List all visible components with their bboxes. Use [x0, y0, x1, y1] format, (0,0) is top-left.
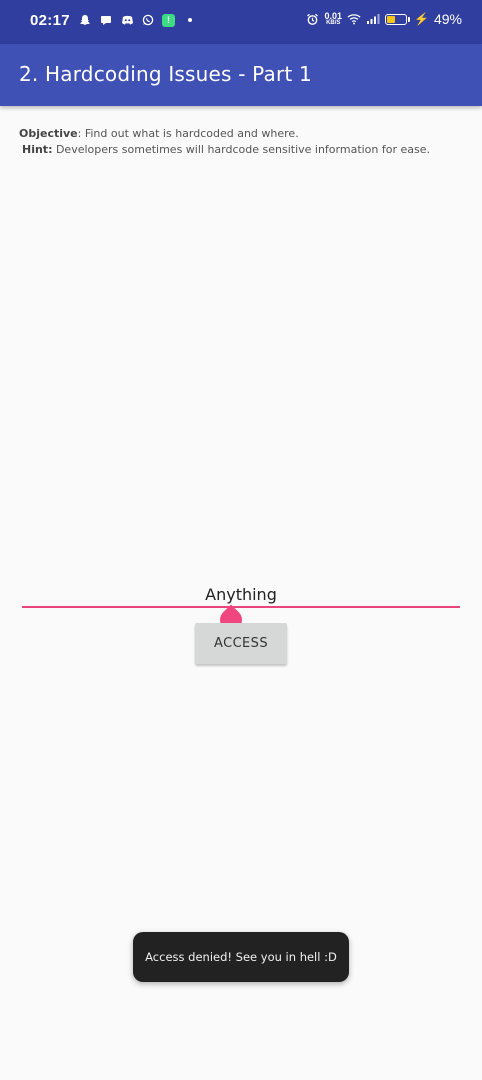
- access-button[interactable]: ACCESS: [195, 623, 287, 664]
- objective-text: : Find out what is hardcoded and where.: [77, 127, 299, 140]
- secret-input[interactable]: [22, 582, 460, 608]
- challenge-info: Objective: Find out what is hardcoded an…: [19, 126, 469, 158]
- notification-icons: !: [78, 13, 192, 27]
- objective-line: Objective: Find out what is hardcoded an…: [19, 126, 469, 142]
- more-dot-icon: [188, 18, 192, 22]
- alarm-icon: [305, 12, 319, 26]
- app-bar: 2. Hardcoding Issues - Part 1: [0, 44, 482, 106]
- hint-text: Developers sometimes will hardcode sensi…: [52, 143, 431, 156]
- hint-line: Hint: Developers sometimes will hardcode…: [19, 142, 469, 158]
- app-screen: 02:17 ! 0.01 KB/S ⚡ 49% 2. Hardcoding Is…: [0, 0, 482, 1080]
- app-notification-icon: !: [162, 13, 175, 27]
- battery-fill: [387, 15, 395, 23]
- charging-bolt-icon: ⚡: [414, 12, 429, 26]
- chat-bubble-icon: [99, 13, 113, 27]
- battery-percent: 49%: [433, 11, 462, 27]
- signal-icon: [366, 12, 380, 26]
- whatsapp-icon: [141, 13, 155, 27]
- status-right: 0.01 KB/S ⚡ 49%: [305, 11, 462, 27]
- discord-icon: [120, 13, 134, 27]
- toast-message: Access denied! See you in hell :D: [133, 932, 349, 982]
- status-bar: 02:17 ! 0.01 KB/S ⚡ 49%: [0, 0, 482, 44]
- battery-icon: [385, 13, 411, 25]
- net-speed-value: 0.01: [324, 10, 343, 21]
- net-speed: 0.01 KB/S: [324, 10, 343, 27]
- secret-input-wrap: [22, 582, 460, 636]
- snapchat-icon: [78, 13, 92, 27]
- objective-label: Objective: [19, 127, 78, 140]
- wifi-icon: [347, 12, 361, 26]
- hint-label: Hint:: [22, 143, 53, 156]
- net-speed-unit: KB/S: [326, 19, 341, 26]
- page-title: 2. Hardcoding Issues - Part 1: [19, 62, 312, 86]
- status-time: 02:17: [30, 12, 70, 29]
